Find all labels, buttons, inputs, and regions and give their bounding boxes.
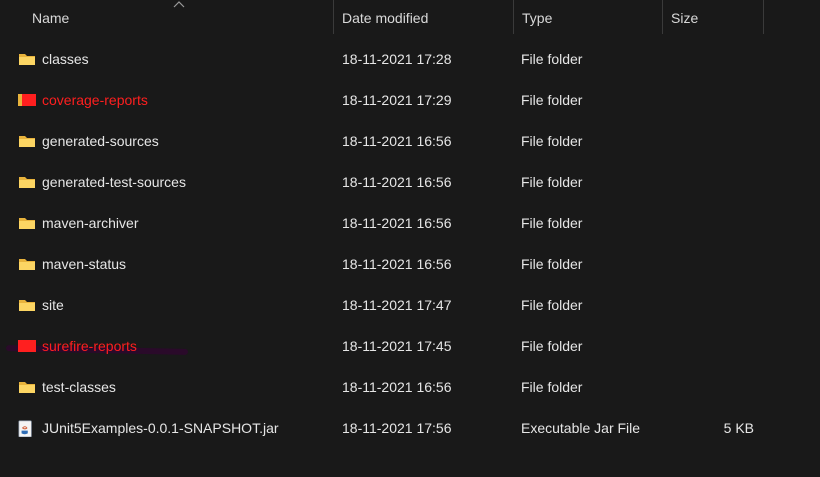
file-type: File folder [521,256,583,272]
file-type: Executable Jar File [521,420,641,436]
column-header-bar: Name Date modified Type Size [0,0,820,36]
folder-icon [19,177,35,188]
folder-icon-highlighted [18,94,36,106]
file-type: File folder [521,92,583,108]
file-type: File folder [521,133,583,149]
column-header-name[interactable]: Name [24,0,332,36]
file-explorer: Name Date modified Type Size classes 18-… [0,0,820,477]
file-row[interactable]: JUnit5Examples-0.0.1-SNAPSHOT.jar 18-11-… [0,408,820,449]
file-row[interactable]: test-classes 18-11-2021 16:56 File folde… [0,367,820,408]
file-size [690,367,754,408]
file-date-modified: 18-11-2021 16:56 [342,174,452,190]
file-name: coverage-reports [42,92,148,108]
file-date-modified: 18-11-2021 16:56 [342,133,452,149]
file-name: generated-sources [42,133,159,149]
folder-icon [19,136,35,147]
column-header-size[interactable]: Size [663,0,763,36]
file-name: classes [42,51,89,67]
column-header-type[interactable]: Type [514,0,662,36]
file-date-modified: 18-11-2021 16:56 [342,215,452,231]
column-header-date-modified[interactable]: Date modified [334,0,513,36]
file-size [690,244,754,285]
file-name: maven-status [42,256,127,272]
file-name: surefire-reports [42,338,137,354]
file-date-modified: 18-11-2021 17:47 [342,297,452,313]
file-type: File folder [521,215,583,231]
file-date-modified: 18-11-2021 16:56 [342,379,452,395]
column-divider[interactable] [763,0,764,34]
file-size [690,80,754,121]
file-size [690,39,754,80]
file-date-modified: 18-11-2021 16:56 [342,256,452,272]
file-name: test-classes [42,379,116,395]
file-type: File folder [521,174,583,190]
file-name: generated-test-sources [42,174,186,190]
file-size [690,121,754,162]
file-row[interactable]: maven-archiver 18-11-2021 16:56 File fol… [0,203,820,244]
file-name: JUnit5Examples-0.0.1-SNAPSHOT.jar [42,420,279,436]
file-type: File folder [521,338,583,354]
file-type: File folder [521,297,583,313]
file-size [690,326,754,367]
file-name: maven-archiver [42,215,139,231]
folder-icon [19,54,35,65]
file-size [690,285,754,326]
file-row[interactable]: classes 18-11-2021 17:28 File folder [0,39,820,80]
file-row[interactable]: site 18-11-2021 17:47 File folder [0,285,820,326]
file-size: 5 KB [723,420,754,436]
file-size [690,203,754,244]
file-list: classes 18-11-2021 17:28 File folder cov… [0,39,820,449]
folder-icon [19,300,35,311]
folder-icon [19,218,35,229]
folder-icon [19,382,35,393]
file-type: File folder [521,379,583,395]
file-row[interactable]: generated-sources 18-11-2021 16:56 File … [0,121,820,162]
file-name: site [42,297,64,313]
jar-file-icon [18,420,32,437]
file-row[interactable]: maven-status 18-11-2021 16:56 File folde… [0,244,820,285]
file-date-modified: 18-11-2021 17:29 [342,92,452,108]
file-type: File folder [521,51,583,67]
file-date-modified: 18-11-2021 17:45 [342,338,452,354]
folder-icon-highlighted [18,340,36,352]
file-row[interactable]: generated-test-sources 18-11-2021 16:56 … [0,162,820,203]
file-date-modified: 18-11-2021 17:28 [342,51,452,67]
file-date-modified: 18-11-2021 17:56 [342,420,452,436]
folder-icon [19,259,35,270]
file-row[interactable]: surefire-reports 18-11-2021 17:45 File f… [0,326,820,367]
file-size [690,162,754,203]
file-row[interactable]: coverage-reports 18-11-2021 17:29 File f… [0,80,820,121]
